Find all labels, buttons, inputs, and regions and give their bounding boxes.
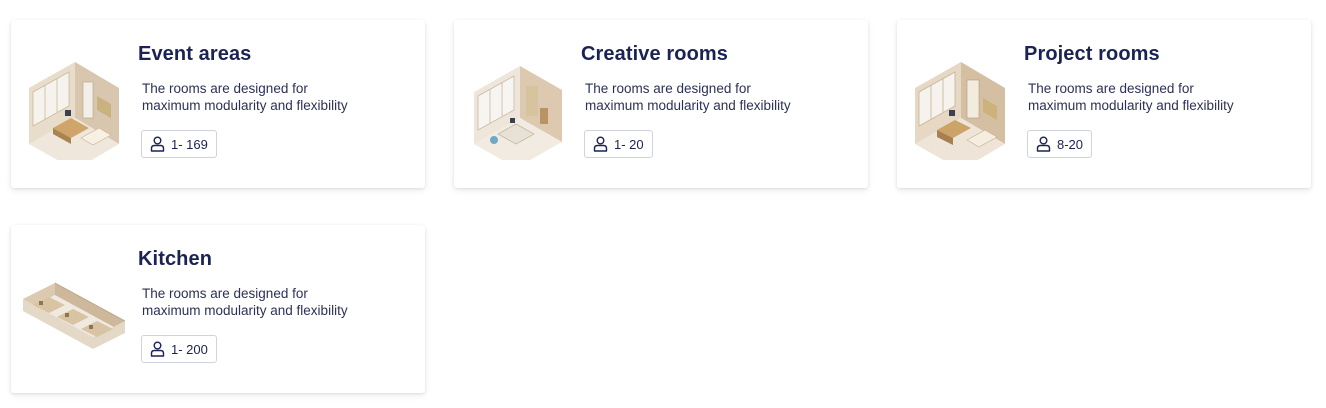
creative-room-illustration bbox=[462, 48, 572, 160]
room-description: The rooms are designed for maximum modul… bbox=[1028, 80, 1288, 114]
room-title[interactable]: Event areas bbox=[138, 43, 251, 66]
room-card-event-areas[interactable]: Event areas The rooms are designed for m… bbox=[11, 20, 425, 188]
room-description: The rooms are designed for maximum modul… bbox=[585, 80, 845, 114]
office-room-illustration bbox=[19, 48, 129, 160]
kitchen-illustration bbox=[19, 253, 129, 365]
capacity-badge: 1- 200 bbox=[141, 335, 217, 363]
room-description-line: The rooms are designed for bbox=[142, 286, 308, 301]
room-title[interactable]: Kitchen bbox=[138, 248, 212, 271]
room-card-grid: Event areas The rooms are designed for m… bbox=[0, 0, 1326, 408]
room-description-line: The rooms are designed for bbox=[585, 81, 751, 96]
room-description-line: The rooms are designed for bbox=[1028, 81, 1194, 96]
capacity-count: 8-20 bbox=[1057, 136, 1084, 152]
person-icon bbox=[150, 341, 165, 357]
room-description-line: maximum modularity and flexibility bbox=[585, 98, 791, 113]
person-icon bbox=[150, 136, 165, 152]
person-icon bbox=[593, 136, 608, 152]
room-card-project-rooms[interactable]: Project rooms The rooms are designed for… bbox=[897, 20, 1311, 188]
room-description-line: maximum modularity and flexibility bbox=[142, 98, 348, 113]
room-description: The rooms are designed for maximum modul… bbox=[142, 80, 402, 114]
capacity-count: 1- 20 bbox=[614, 136, 644, 152]
room-description-line: maximum modularity and flexibility bbox=[1028, 98, 1234, 113]
room-card-creative-rooms[interactable]: Creative rooms The rooms are designed fo… bbox=[454, 20, 868, 188]
capacity-count: 1- 169 bbox=[171, 136, 208, 152]
room-description-line: The rooms are designed for bbox=[142, 81, 308, 96]
room-title[interactable]: Project rooms bbox=[1024, 43, 1160, 66]
room-description-line: maximum modularity and flexibility bbox=[142, 303, 348, 318]
room-card-kitchen[interactable]: Kitchen The rooms are designed for maxim… bbox=[11, 225, 425, 393]
capacity-badge: 1- 169 bbox=[141, 130, 217, 158]
capacity-badge: 1- 20 bbox=[584, 130, 653, 158]
room-description: The rooms are designed for maximum modul… bbox=[142, 285, 402, 319]
person-icon bbox=[1036, 136, 1051, 152]
project-room-illustration bbox=[905, 48, 1015, 160]
capacity-badge: 8-20 bbox=[1027, 130, 1093, 158]
capacity-count: 1- 200 bbox=[171, 341, 208, 357]
room-title[interactable]: Creative rooms bbox=[581, 43, 728, 66]
